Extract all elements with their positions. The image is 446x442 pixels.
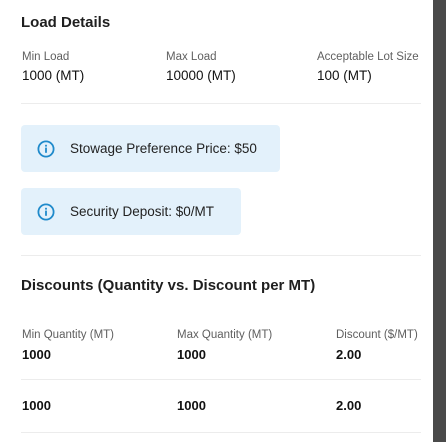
- lot-size-label: Acceptable Lot Size: [317, 51, 419, 63]
- divider: [21, 432, 421, 433]
- lot-size-value: 100 (MT): [317, 68, 372, 83]
- divider: [21, 379, 421, 380]
- min-quantity-header: Min Quantity (MT): [22, 329, 115, 341]
- max-quantity-header: Max Quantity (MT): [177, 329, 273, 341]
- backdrop-overlay: [433, 0, 446, 442]
- row-1-min-quantity: 1000: [22, 347, 51, 362]
- row-2-max-quantity: 1000: [177, 398, 206, 413]
- divider: [21, 255, 421, 256]
- max-load-label: Max Load: [166, 51, 217, 63]
- info-circle-icon: [37, 140, 55, 157]
- stowage-price-text: Stowage Preference Price: $50: [70, 141, 257, 156]
- load-details-title: Load Details: [21, 14, 111, 31]
- security-deposit-notice: Security Deposit: $0/MT: [21, 188, 241, 235]
- row-2-discount: 2.00: [336, 398, 362, 413]
- discount-header: Discount ($/MT): [336, 329, 418, 341]
- stowage-price-notice: Stowage Preference Price: $50: [21, 125, 280, 172]
- max-load-value: 10000 (MT): [166, 68, 236, 83]
- min-load-label: Min Load: [22, 51, 70, 63]
- row-2-min-quantity: 1000: [22, 398, 51, 413]
- discounts-title: Discounts (Quantity vs. Discount per MT): [21, 277, 316, 294]
- row-1-discount: 2.00: [336, 347, 362, 362]
- min-load-value: 1000 (MT): [22, 68, 85, 83]
- load-details-panel: Load Details Min Load 1000 (MT) Max Load…: [0, 0, 433, 442]
- security-deposit-text: Security Deposit: $0/MT: [70, 204, 215, 219]
- info-circle-icon: [37, 203, 55, 220]
- divider: [21, 103, 421, 104]
- row-1-max-quantity: 1000: [177, 347, 206, 362]
